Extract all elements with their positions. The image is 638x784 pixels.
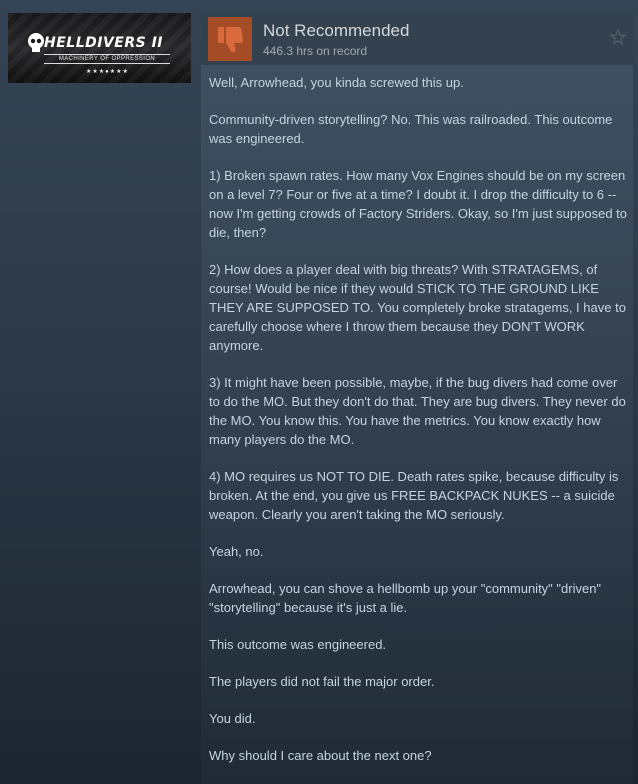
review-paragraph: Yeah, no.	[209, 544, 264, 559]
review-text: Well, Arrowhead, you kinda screwed this …	[209, 73, 627, 783]
review-paragraph: Arrowhead, you can shove a hellbomb up y…	[209, 581, 602, 615]
review-card: Not Recommended 446.3 hrs on record Well…	[201, 13, 633, 784]
review-header: Not Recommended 446.3 hrs on record	[201, 13, 633, 65]
thumbs-down-badge	[208, 17, 252, 61]
hours-on-record: 446.3 hrs on record	[263, 44, 368, 58]
review-paragraph: Why should I care about the next one?	[209, 748, 432, 763]
award-icon[interactable]	[610, 29, 626, 45]
review-paragraph: 2) How does a player deal with big threa…	[209, 262, 626, 353]
review-paragraph: 1) Broken spawn rates. How many Vox Engi…	[209, 168, 627, 240]
review-paragraph: Well, Arrowhead, you kinda screwed this …	[209, 75, 464, 90]
banner-stars: ★★★●★★★	[86, 69, 129, 75]
recommendation-title: Not Recommended	[263, 21, 410, 40]
game-banner[interactable]: HELLDIVERS II MACHINERY OF OPPRESSION ★★…	[8, 13, 191, 83]
review-paragraph: You did.	[209, 711, 256, 726]
review-paragraph: 3) It might have been possible, maybe, i…	[209, 375, 626, 447]
review-paragraph: The players did not fail the major order…	[209, 674, 435, 689]
review-paragraph: Community-driven storytelling? No. This …	[209, 112, 613, 146]
game-title: HELLDIVERS II	[44, 35, 164, 51]
thumbs-down-icon	[218, 27, 244, 53]
review-paragraph: 4) MO requires us NOT TO DIE. Death rate…	[209, 469, 619, 522]
game-subtitle: MACHINERY OF OPPRESSION	[44, 54, 170, 64]
review-paragraph: This outcome was engineered.	[209, 637, 387, 652]
